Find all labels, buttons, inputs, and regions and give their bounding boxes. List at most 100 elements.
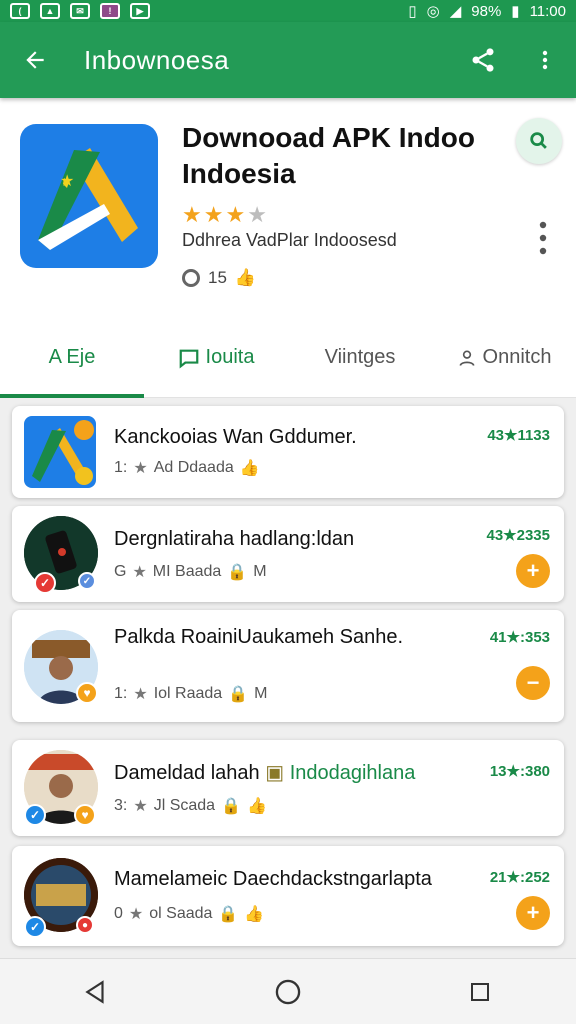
item-sub-prefix: G	[114, 563, 127, 580]
person-icon	[459, 350, 475, 366]
verified-icon: ✓	[24, 804, 46, 826]
app-title: Downooad APK Indoo Indoesia	[182, 122, 475, 189]
clock: 11:00	[529, 2, 566, 20]
item-subtitle: 1: ★ Iol Raada 🔒 M	[114, 684, 267, 704]
thumbs-up-icon: 👍	[234, 268, 257, 287]
item-subtitle: 0 ★ ol Saada 🔒 👍	[114, 904, 264, 924]
badge-icon: ♥	[74, 804, 96, 826]
rating-stars: ★ ★ ★ ★	[182, 202, 267, 228]
search-button[interactable]	[516, 118, 562, 164]
star-icon: ★	[182, 202, 202, 227]
more-vert-icon	[539, 221, 547, 255]
item-sub-text: Iol Raada	[153, 685, 223, 702]
vibrate-icon: ▯	[408, 3, 417, 20]
tab-bar: A Eje Iouita Viintges Onnitch	[0, 318, 576, 398]
play-store-icon: ▶	[130, 3, 150, 19]
item-sub-prefix: 1:	[114, 685, 128, 702]
item-sub-prefix: 0	[114, 905, 123, 922]
tab-0[interactable]: A Eje	[0, 318, 144, 398]
meta-count: 15	[208, 268, 227, 287]
more-vert-icon	[542, 50, 548, 70]
back-arrow-icon	[26, 51, 44, 69]
add-button[interactable]: +	[516, 554, 550, 588]
badge-icon: ●	[76, 916, 94, 934]
star-icon: ★	[133, 460, 148, 477]
app-meta: 15 👍	[182, 268, 256, 288]
square-recents-icon	[471, 982, 489, 1001]
item-sub-suffix: M	[254, 685, 268, 702]
star-icon: ★	[133, 686, 148, 703]
nav-back-button[interactable]	[66, 967, 126, 1017]
item-app-icon	[24, 416, 96, 488]
item-rating: 43★1133	[487, 427, 550, 444]
list-item[interactable]: ✓ ● Mamelameic Daechdackstngarlapta 0 ★ …	[12, 846, 564, 946]
developer-name[interactable]: Ddhrea VadPlar Indoosesd	[182, 230, 397, 251]
item-rating: 13★:380	[489, 763, 550, 780]
item-title: Dameldad lahah ▣ Indodagihlana	[114, 760, 504, 786]
app-header: ★ Downooad APK Indoo Indoesia ★ ★ ★ ★ Dd…	[0, 98, 576, 318]
nav-recents-button[interactable]	[450, 967, 510, 1017]
item-title: Kanckooias Wan Gddumer.	[114, 426, 357, 448]
star-icon: ★	[203, 202, 224, 227]
system-nav-bar	[0, 958, 576, 1024]
item-sub-text: ol Saada	[149, 905, 213, 922]
lock-icon: 🔒	[218, 906, 239, 923]
downloads-icon	[182, 269, 200, 287]
item-sub-prefix: 1:	[114, 459, 128, 476]
badge-icon: ♥	[76, 682, 98, 704]
back-button[interactable]	[0, 22, 70, 98]
list-item[interactable]: ✓ ♥ Dameldad lahah ▣ Indodagihlana 3: ★ …	[12, 740, 564, 836]
battery-percent: 98%	[471, 2, 502, 20]
search-icon	[530, 132, 547, 149]
list-item[interactable]: ✓ ✓ Dergnlatiraha hadlang:ldan G ★ MI Ba…	[12, 506, 564, 602]
list-item[interactable]: Kanckooias Wan Gddumer. 1: ★ Ad Ddaada 👍…	[12, 406, 564, 498]
item-rating: 21★:252	[489, 869, 550, 886]
item-title: Dergnlatiraha hadlang:ldan	[114, 528, 355, 550]
location-icon: ◎	[426, 3, 440, 20]
app-bar: Inbownoesa	[0, 22, 576, 98]
svg-text:★: ★	[60, 171, 74, 190]
star-empty-icon: ★	[247, 202, 267, 227]
item-title: Palkda RoainiUaukameh Sanhe.	[114, 626, 404, 648]
gallery-icon: ▲	[40, 3, 60, 19]
app-logo-icon[interactable]: ★	[20, 124, 158, 268]
thumbs-up-icon: 👍	[239, 460, 260, 477]
list-item[interactable]: ♥ Palkda RoainiUaukameh Sanhe. 1: ★ Iol …	[12, 610, 564, 722]
tab-label: Viintges	[324, 346, 396, 368]
expand-button[interactable]: −	[516, 666, 550, 700]
item-rating: 43★2335	[486, 527, 550, 544]
share-icon	[472, 48, 494, 72]
tab-2[interactable]: Viintges	[288, 318, 432, 397]
status-bar: ( ▲ ✉ ! ▶ ▯ ◎ ◢ 98% ▮ 11:00	[0, 0, 576, 22]
item-sub-text: Ad Ddaada	[153, 459, 234, 476]
item-subtitle: 3: ★ Jl Scada 🔒 👍	[114, 796, 267, 816]
item-sub-text: MI Baada	[152, 563, 222, 580]
tab-label: Onnitch	[482, 346, 552, 368]
tab-label: A Eje	[48, 346, 96, 368]
lock-icon: 🔒	[227, 564, 248, 581]
overflow-menu-button[interactable]	[514, 22, 576, 98]
app-bar-title: Inbownoesa	[84, 44, 230, 75]
star-icon: ★	[133, 798, 148, 815]
star-icon: ★	[225, 202, 246, 227]
tab-label: Iouita	[205, 346, 255, 368]
verified-icon: ✓	[24, 916, 46, 938]
item-rating: 41★:353	[489, 629, 550, 646]
thumbs-up-icon: 👍	[246, 798, 267, 815]
tab-3[interactable]: Onnitch	[432, 318, 576, 397]
nav-home-button[interactable]	[258, 967, 318, 1017]
app-more-button[interactable]	[528, 218, 558, 258]
star-icon: ★	[132, 564, 147, 581]
item-sub-suffix: M	[253, 563, 267, 580]
chat-icon	[179, 349, 198, 369]
item-sub-text: Jl Scada	[153, 797, 216, 814]
share-button[interactable]	[452, 22, 514, 98]
verified-icon: ✓	[78, 572, 96, 590]
wifi-icon: ◢	[449, 3, 462, 20]
notification-icon: (	[10, 3, 30, 19]
star-icon: ★	[128, 906, 144, 923]
tab-1[interactable]: Iouita	[144, 318, 288, 397]
mail-icon: ✉	[70, 3, 90, 19]
lock-icon: 🔒	[221, 798, 241, 815]
add-button[interactable]: +	[516, 896, 550, 930]
